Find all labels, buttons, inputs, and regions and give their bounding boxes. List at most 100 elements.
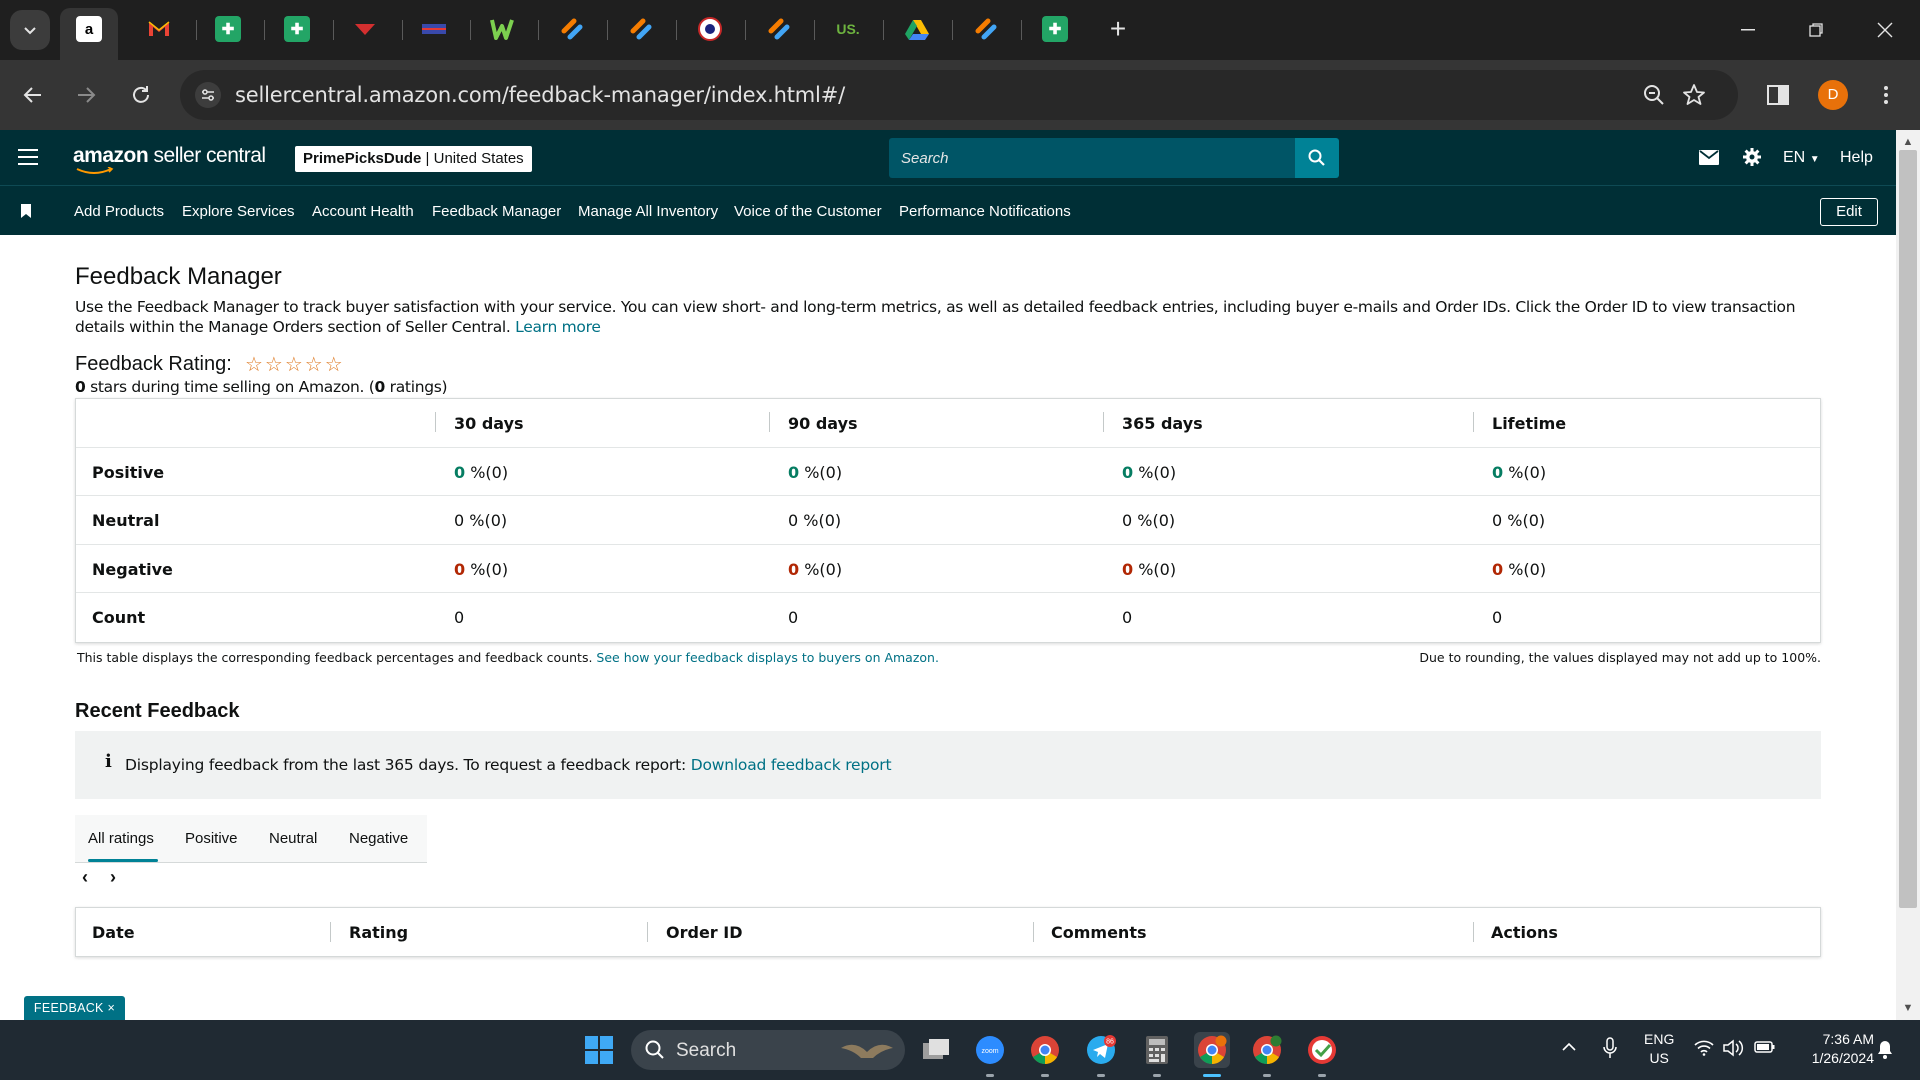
tab-positive[interactable]: Positive xyxy=(185,830,238,847)
col-actions[interactable]: Actions xyxy=(1491,923,1558,942)
microphone-icon[interactable] xyxy=(1603,1037,1617,1062)
rating-summary: 0 stars during time selling on Amazon. (… xyxy=(75,378,448,396)
stripe-logo-icon[interactable] xyxy=(766,16,792,42)
nav-feedback-manager[interactable]: Feedback Manager xyxy=(432,203,561,220)
tab-neutral[interactable]: Neutral xyxy=(269,830,317,847)
ticktick-icon[interactable] xyxy=(1304,1032,1340,1068)
new-tab-button[interactable]: + xyxy=(1103,14,1133,44)
stripe-logo-icon[interactable] xyxy=(628,16,654,42)
metric-cell: 0 %(0) xyxy=(1492,463,1547,482)
rating-filter-tabs: All ratings Positive Neutral Negative xyxy=(75,815,427,863)
settings-gear-icon[interactable] xyxy=(1742,147,1762,172)
tab-negative[interactable]: Negative xyxy=(349,830,408,847)
reload-button[interactable] xyxy=(123,77,159,113)
battery-icon[interactable] xyxy=(1754,1040,1776,1057)
profile-avatar[interactable]: D xyxy=(1818,80,1848,110)
circle-logo-icon[interactable] xyxy=(697,16,723,42)
intro-line-1: Use the Feedback Manager to track buyer … xyxy=(75,298,1796,316)
sheets-icon[interactable]: ✚ xyxy=(284,16,310,42)
learn-more-link[interactable]: Learn more xyxy=(515,318,601,336)
scroll-up-icon[interactable]: ▲ xyxy=(1896,132,1920,152)
running-indicator xyxy=(1153,1074,1161,1077)
task-view-icon[interactable] xyxy=(918,1032,954,1068)
nav-account-health[interactable]: Account Health xyxy=(312,203,414,220)
feedback-widget-button[interactable]: FEEDBACK × xyxy=(24,996,125,1020)
metric-cell: 0 %(0) xyxy=(454,463,509,482)
col-rating[interactable]: Rating xyxy=(349,923,408,942)
chrome-icon[interactable] xyxy=(1027,1032,1063,1068)
help-link[interactable]: Help xyxy=(1840,149,1873,167)
chrome-profile-2-icon[interactable] xyxy=(1249,1032,1285,1068)
sheets-icon[interactable]: ✚ xyxy=(215,16,241,42)
red-logo-icon[interactable] xyxy=(352,16,378,42)
tab-all-ratings[interactable]: All ratings xyxy=(88,830,154,847)
taskbar-search[interactable]: Search xyxy=(631,1030,905,1070)
column-separator xyxy=(330,922,331,942)
telegram-icon[interactable]: 86 xyxy=(1083,1032,1119,1068)
nav-explore-services[interactable]: Explore Services xyxy=(182,203,295,220)
stripe-logo-icon[interactable] xyxy=(973,16,999,42)
address-bar[interactable]: sellercentral.amazon.com/feedback-manage… xyxy=(180,70,1738,120)
tab-separator xyxy=(470,20,471,40)
volume-icon[interactable] xyxy=(1723,1039,1745,1060)
nav-voice-of-customer[interactable]: Voice of the Customer xyxy=(734,203,882,220)
zoom-icon[interactable] xyxy=(1640,81,1668,109)
store-selector[interactable]: PrimePicksDude | United States xyxy=(295,146,532,172)
col-order-id[interactable]: Order ID xyxy=(666,923,743,942)
sc-search-input[interactable] xyxy=(889,138,1295,178)
tab-search-button[interactable] xyxy=(10,10,50,50)
svg-text:zoom: zoom xyxy=(981,1048,998,1055)
mail-icon[interactable] xyxy=(1699,150,1719,170)
close-window-button[interactable] xyxy=(1862,12,1908,48)
usfoods-icon[interactable]: US. xyxy=(835,16,861,42)
calculator-icon[interactable] xyxy=(1139,1032,1175,1068)
language-indicator[interactable]: ENG US xyxy=(1644,1030,1674,1068)
search-icon xyxy=(645,1040,664,1059)
restore-button[interactable] xyxy=(1793,12,1839,48)
sc-search-box xyxy=(889,138,1295,178)
sheets-icon[interactable]: ✚ xyxy=(1042,16,1068,42)
feedback-display-link[interactable]: See how your feedback displays to buyers… xyxy=(596,650,939,665)
windows-start-icon[interactable] xyxy=(581,1032,617,1068)
gmail-icon[interactable] xyxy=(146,16,172,42)
language-selector[interactable]: EN ▼ xyxy=(1783,149,1820,167)
url-text[interactable]: sellercentral.amazon.com/feedback-manage… xyxy=(235,83,845,107)
amazon-icon[interactable]: a xyxy=(76,16,102,42)
bookmark-icon[interactable] xyxy=(21,204,31,218)
back-button[interactable] xyxy=(15,77,51,113)
scrollbar-thumb[interactable] xyxy=(1899,150,1917,908)
side-panel-icon[interactable] xyxy=(1764,81,1792,109)
hamburger-menu-icon[interactable] xyxy=(18,149,38,165)
zoom-app-icon[interactable]: zoom xyxy=(972,1032,1008,1068)
reload-icon xyxy=(133,86,149,103)
drive-icon[interactable] xyxy=(904,16,930,42)
wifi-icon[interactable] xyxy=(1694,1040,1714,1059)
nav-performance-notifications[interactable]: Performance Notifications xyxy=(899,203,1071,220)
scroll-down-icon[interactable]: ▼ xyxy=(1896,998,1920,1018)
w-logo-icon[interactable] xyxy=(489,16,515,42)
amazon-smile-icon xyxy=(76,167,114,174)
minimize-button[interactable] xyxy=(1725,12,1771,48)
download-report-link[interactable]: Download feedback report xyxy=(691,756,892,774)
nav-manage-all-inventory[interactable]: Manage All Inventory xyxy=(578,203,718,220)
flag-logo-icon[interactable] xyxy=(421,16,447,42)
menu-dots-icon[interactable] xyxy=(1872,81,1900,109)
notification-bell-icon[interactable] xyxy=(1876,1039,1894,1062)
stripe-logo-icon[interactable] xyxy=(559,16,585,42)
tray-overflow-icon[interactable] xyxy=(1561,1039,1577,1055)
seller-central-logo[interactable]: amazon seller central xyxy=(73,144,266,168)
sc-search-button[interactable] xyxy=(1295,138,1339,178)
chevron-left-icon[interactable]: ‹ xyxy=(82,867,88,888)
site-info-icon[interactable] xyxy=(194,81,222,109)
col-comments[interactable]: Comments xyxy=(1051,923,1147,942)
clock[interactable]: 7:36 AM 1/26/2024 xyxy=(1794,1030,1874,1068)
running-indicator xyxy=(1097,1074,1105,1077)
edit-bookmarks-button[interactable]: Edit xyxy=(1820,198,1878,226)
forward-button[interactable] xyxy=(68,77,104,113)
chrome-profile-icon[interactable] xyxy=(1194,1032,1230,1068)
col-date[interactable]: Date xyxy=(92,923,135,942)
nav-add-products[interactable]: Add Products xyxy=(74,203,164,220)
bookmark-star-icon[interactable] xyxy=(1680,81,1708,109)
chevron-right-icon[interactable]: › xyxy=(110,867,116,888)
tab-separator xyxy=(676,20,677,40)
